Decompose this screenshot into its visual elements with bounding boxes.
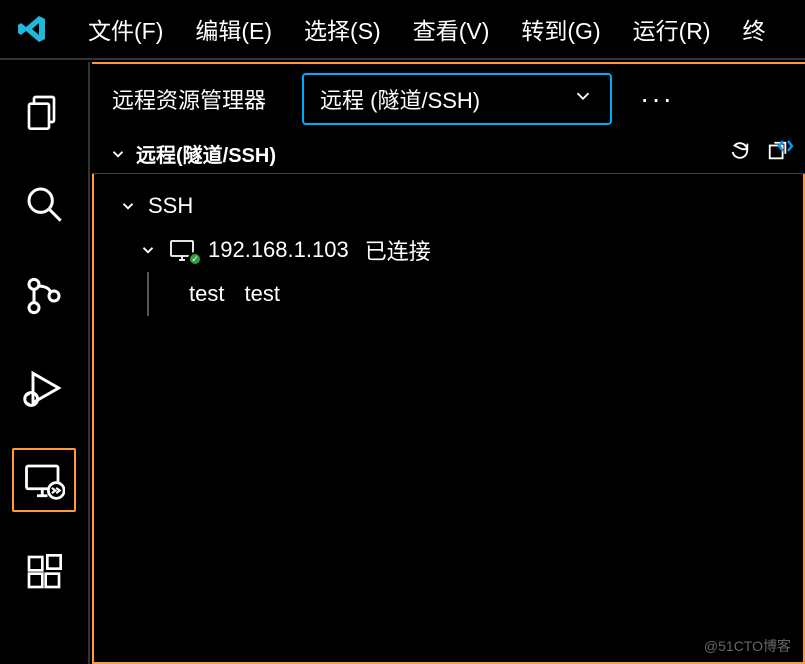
explorer-title: 远程资源管理器	[112, 83, 266, 115]
host-status: 已连接	[365, 234, 431, 266]
tree-folder[interactable]: test test	[94, 272, 803, 316]
section-header[interactable]: 远程(隧道/SSH)	[92, 134, 805, 174]
explorer-header: 远程资源管理器 远程 (隧道/SSH) ···	[92, 64, 805, 134]
remote-host-icon: ✓	[168, 238, 198, 262]
remote-indicator-icon[interactable]	[777, 134, 801, 163]
run-debug-icon[interactable]	[12, 356, 76, 420]
dropdown-label: 远程 (隧道/SSH)	[320, 83, 480, 115]
menubar: 文件(F) 编辑(E) 选择(S) 查看(V) 转到(G) 运行(R) 终	[0, 0, 805, 60]
chevron-down-icon	[108, 145, 128, 163]
refresh-icon[interactable]	[729, 140, 751, 168]
connected-status-icon: ✓	[188, 252, 202, 266]
remote-type-dropdown[interactable]: 远程 (隧道/SSH)	[302, 73, 612, 125]
search-icon[interactable]	[12, 172, 76, 236]
menu-terminal[interactable]: 终	[729, 6, 780, 52]
remote-tree: SSH ✓ 192.168.1.103 已连接 test te	[92, 174, 805, 664]
chevron-down-icon	[118, 197, 138, 215]
more-actions-button[interactable]: ···	[640, 83, 674, 115]
chevron-down-icon	[572, 85, 594, 113]
extensions-icon[interactable]	[12, 540, 76, 604]
menu-run[interactable]: 运行(R)	[619, 6, 725, 52]
chevron-down-icon	[138, 241, 158, 259]
menu-edit[interactable]: 编辑(E)	[181, 6, 286, 52]
folder-label: test	[244, 281, 279, 307]
remote-explorer-icon[interactable]	[12, 448, 76, 512]
menu-file[interactable]: 文件(F)	[74, 6, 177, 52]
host-ip: 192.168.1.103	[208, 237, 349, 263]
group-label: SSH	[148, 193, 193, 219]
activity-bar	[0, 62, 90, 664]
menu-selection[interactable]: 选择(S)	[290, 6, 395, 52]
folder-name: test	[189, 281, 224, 307]
explorer-icon[interactable]	[12, 80, 76, 144]
tree-host[interactable]: ✓ 192.168.1.103 已连接	[94, 228, 803, 272]
vscode-logo-icon	[12, 9, 52, 49]
source-control-icon[interactable]	[12, 264, 76, 328]
tree-group-ssh[interactable]: SSH	[94, 184, 803, 228]
tree-indent-guide	[147, 272, 149, 316]
watermark: @51CTO博客	[704, 636, 791, 656]
section-title: 远程(隧道/SSH)	[136, 139, 276, 168]
remote-explorer-panel: 远程资源管理器 远程 (隧道/SSH) ··· 远程(隧道/SSH)	[92, 62, 805, 664]
menu-go[interactable]: 转到(G)	[507, 6, 614, 52]
menu-view[interactable]: 查看(V)	[399, 6, 504, 52]
